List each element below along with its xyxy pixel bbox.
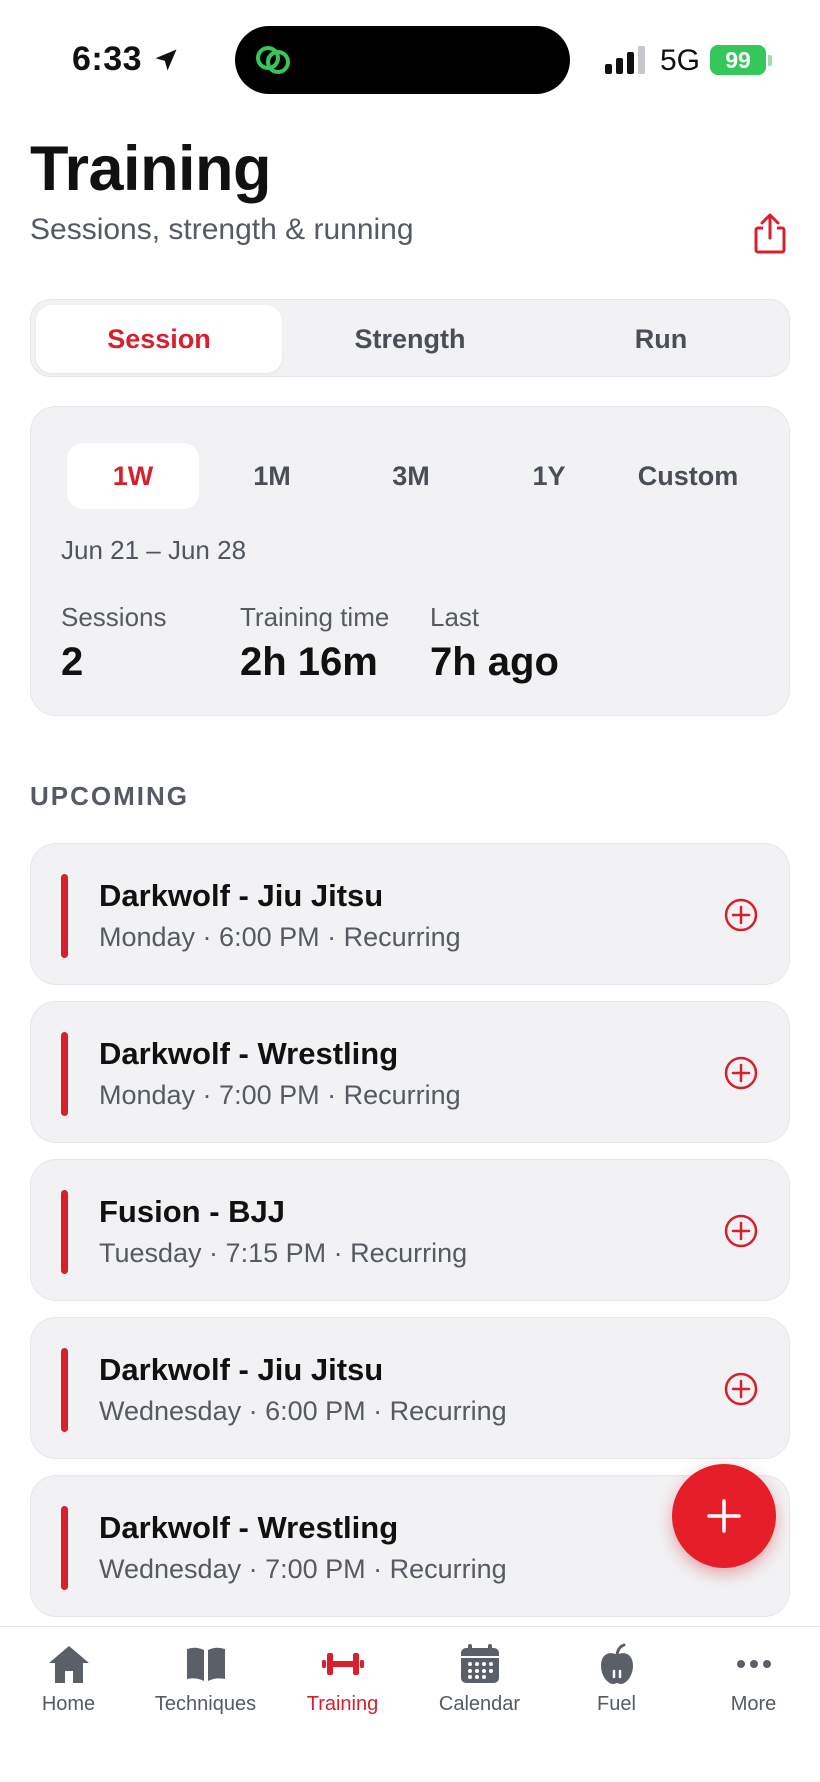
add-circle-icon[interactable] [723,1213,759,1249]
tab-fuel[interactable]: Fuel [548,1641,685,1731]
event-title: Fusion - BJJ [99,1194,286,1229]
apple-icon [600,1643,633,1684]
upcoming-event-card[interactable]: Darkwolf - Wrestling Monday · 7:00 PM · … [30,1001,790,1143]
range-custom[interactable]: Custom [622,443,754,509]
event-schedule: Monday · 6:00 PM · Recurring [99,922,461,952]
battery-level: 99 [725,46,751,73]
segment-session[interactable]: Session [36,305,282,373]
tab-label: More [730,1693,777,1715]
tab-bar: Home Techniques Training Calendar Fuel M… [0,1626,820,1782]
event-title: Darkwolf - Wrestling [99,1036,399,1071]
date-range: Jun 21 – Jun 28 [61,535,247,565]
upcoming-event-card[interactable]: Darkwolf - Jiu Jitsu Monday · 6:00 PM · … [30,843,790,985]
ellipsis-icon [736,1660,771,1668]
calendar-icon [460,1644,499,1683]
tab-label: Calendar [438,1693,521,1715]
tab-more[interactable]: More [685,1641,820,1731]
status-time: 6:33 [72,40,143,78]
event-schedule: Wednesday · 7:00 PM · Recurring [99,1554,507,1584]
add-session-fab[interactable] [672,1464,776,1568]
event-title: Darkwolf - Jiu Jitsu [99,1352,384,1387]
stat-sessions-value: 2 [61,640,84,684]
event-schedule: Wednesday · 6:00 PM · Recurring [99,1396,507,1426]
app-activity-icon [256,46,290,74]
event-title: Darkwolf - Jiu Jitsu [99,878,384,913]
stat-training-time-label: Training time [240,602,390,632]
share-icon[interactable] [748,212,792,256]
upcoming-section-title: UPCOMING [30,781,189,811]
page-subtitle: Sessions, strength & running [30,213,414,246]
event-color-bar [61,1348,68,1432]
status-bar: 6:33 5G 99 [0,0,820,120]
battery-tip [768,55,772,66]
tab-techniques[interactable]: Techniques [137,1641,274,1731]
event-color-bar [61,1032,68,1116]
event-title: Darkwolf - Wrestling [99,1510,399,1545]
range-1w[interactable]: 1W [67,443,199,509]
stat-last-label: Last [430,602,480,632]
plus-icon [707,1499,741,1533]
range-3m[interactable]: 3M [345,443,477,509]
tab-label: Techniques [154,1693,257,1715]
upcoming-event-card[interactable]: Fusion - BJJ Tuesday · 7:15 PM · Recurri… [30,1159,790,1301]
stat-training-time-value: 2h 16m [240,640,378,684]
upcoming-event-card[interactable]: Darkwolf - Jiu Jitsu Wednesday · 6:00 PM… [30,1317,790,1459]
stat-sessions-label: Sessions [61,602,167,632]
tab-calendar[interactable]: Calendar [411,1641,548,1731]
tab-home[interactable]: Home [0,1641,137,1731]
range-1y[interactable]: 1Y [483,443,615,509]
location-arrow-icon [155,49,177,71]
tab-label: Fuel [597,1693,636,1715]
event-schedule: Monday · 7:00 PM · Recurring [99,1080,461,1110]
add-circle-icon[interactable] [723,1055,759,1091]
dumbbell-icon [321,1653,364,1675]
segment-strength[interactable]: Strength [287,305,533,373]
tab-training[interactable]: Training [274,1641,411,1731]
training-type-segmented-control: Session Strength Run [30,299,790,377]
add-circle-icon[interactable] [723,897,759,933]
event-color-bar [61,874,68,958]
signal-icon [605,46,645,74]
event-color-bar [61,1190,68,1274]
book-icon [186,1647,225,1681]
stat-last-value: 7h ago [430,640,559,684]
tab-label: Training [306,1693,379,1715]
range-1m[interactable]: 1M [206,443,338,509]
summary-card: 1W 1M 3M 1Y Custom Jun 21 – Jun 28 Sessi… [30,406,790,716]
event-color-bar [61,1506,68,1590]
segment-run[interactable]: Run [538,305,784,373]
tab-label: Home [41,1693,96,1715]
battery-icon: 99 [710,45,766,75]
network-type: 5G [660,44,701,77]
add-circle-icon[interactable] [723,1371,759,1407]
event-schedule: Tuesday · 7:15 PM · Recurring [99,1238,468,1268]
house-icon [48,1646,89,1683]
page-title: Training [30,134,272,204]
